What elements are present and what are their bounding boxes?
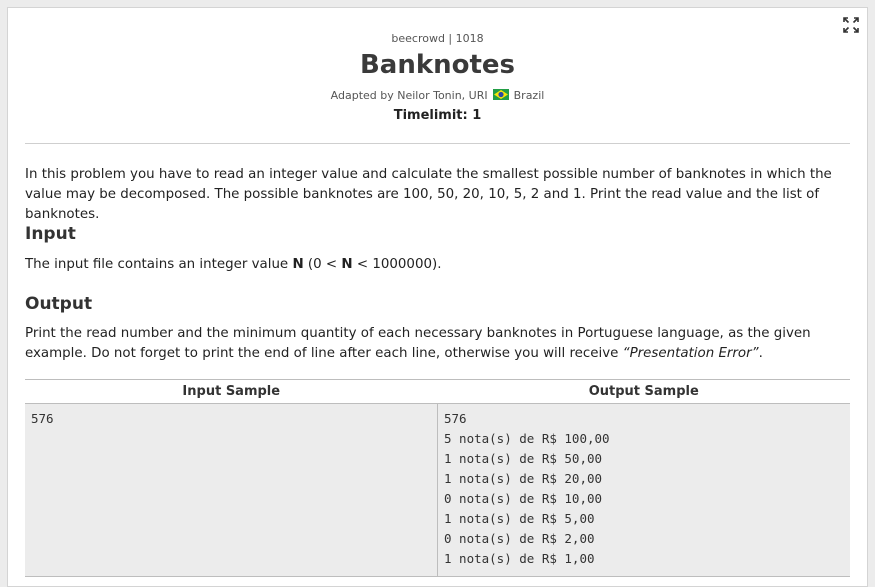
adapted-by: Adapted by Neilor Tonin, URI Brazil: [8, 89, 867, 102]
output-text-2: .: [758, 346, 763, 361]
input-text-2: (0 <: [303, 257, 342, 272]
input-description: The input file contains an integer value…: [25, 255, 853, 275]
samples-table: Input Sample Output Sample 576 576 5 not…: [25, 379, 850, 577]
input-text-3: < 1000000).: [352, 257, 442, 272]
adapted-country: Brazil: [513, 89, 545, 102]
output-description: Print the read number and the minimum qu…: [25, 324, 853, 364]
divider: [25, 143, 850, 144]
problem-description: In this problem you have to read an inte…: [25, 167, 832, 222]
input-text-1: The input file contains an integer value: [25, 257, 293, 272]
input-var-n: N: [292, 257, 304, 272]
input-var-n-2: N: [341, 257, 353, 272]
samples-header-row: Input Sample Output Sample: [25, 380, 850, 403]
input-heading: Input: [25, 224, 76, 244]
problem-card: beecrowd | 1018 Banknotes Adapted by Nei…: [7, 7, 868, 587]
page-title: Banknotes: [359, 50, 516, 80]
output-emphasis: “Presentation Error”: [622, 346, 759, 361]
problem-meta: beecrowd | 1018: [391, 32, 484, 45]
expand-icon[interactable]: [843, 17, 859, 33]
timelimit: Timelimit: 1: [393, 108, 482, 123]
input-sample-header: Input Sample: [182, 384, 281, 399]
output-sample-header: Output Sample: [588, 384, 699, 399]
output-sample-cell[interactable]: 576 5 nota(s) de R$ 100,00 1 nota(s) de …: [438, 404, 850, 576]
samples-body-row: 576 576 5 nota(s) de R$ 100,00 1 nota(s)…: [25, 403, 850, 577]
brazil-flag-icon: [493, 89, 510, 100]
adapted-by-text: Adapted by Neilor Tonin, URI: [330, 89, 488, 102]
output-heading: Output: [25, 294, 93, 314]
input-sample-cell[interactable]: 576: [25, 404, 438, 576]
